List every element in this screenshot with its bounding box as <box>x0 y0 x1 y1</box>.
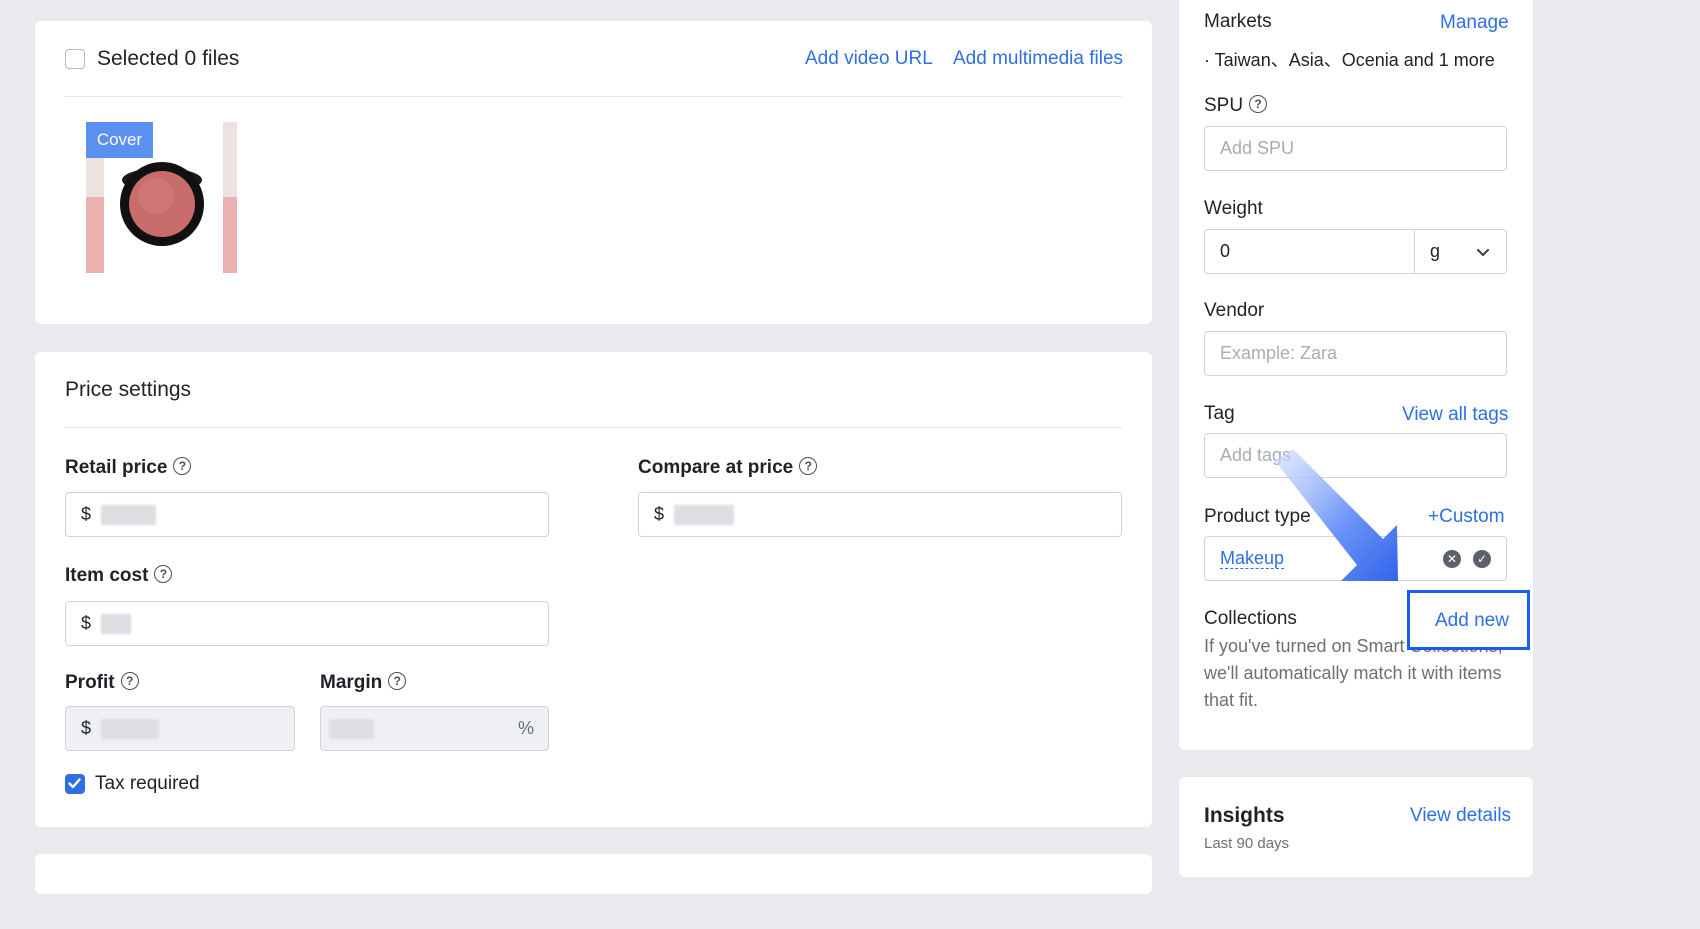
margin-label: Margin? <box>320 671 407 694</box>
media-divider <box>65 96 1122 97</box>
profit-label-text: Profit <box>65 672 115 693</box>
check-icon <box>68 778 81 789</box>
product-organization-card: Markets Manage · Taiwan、Asia、Ocenia and … <box>1179 0 1533 750</box>
redacted-value <box>329 718 374 739</box>
help-icon[interactable]: ? <box>120 671 139 690</box>
profit-label: Profit? <box>65 671 139 694</box>
clear-icon[interactable]: ✕ <box>1443 550 1461 568</box>
spu-input[interactable]: Add SPU <box>1204 126 1507 171</box>
compare-price-label: Compare at price? <box>638 456 818 479</box>
compare-price-input[interactable]: $ <box>638 492 1122 537</box>
item-cost-label-text: Item cost <box>65 565 149 586</box>
pointer-arrow-icon <box>1275 449 1398 581</box>
currency-symbol: $ <box>81 718 92 738</box>
retail-price-input[interactable]: $ <box>65 492 549 537</box>
margin-field: % <box>320 706 549 751</box>
item-cost-input[interactable]: $ <box>65 601 549 646</box>
add-video-url-link[interactable]: Add video URL <box>805 48 933 70</box>
tax-required-checkbox[interactable] <box>65 774 85 794</box>
redacted-value <box>101 504 157 525</box>
weight-label: Weight <box>1204 198 1263 219</box>
tag-label: Tag <box>1204 403 1235 424</box>
currency-symbol: $ <box>81 613 92 633</box>
compare-price-label-text: Compare at price <box>638 457 794 478</box>
currency-symbol: $ <box>654 504 665 524</box>
media-thumbnail[interactable]: Cover <box>86 122 237 273</box>
spu-label-text: SPU <box>1204 95 1244 116</box>
markets-value: · Taiwan、Asia、Ocenia and 1 more <box>1204 50 1495 70</box>
help-icon[interactable]: ? <box>1249 94 1268 113</box>
help-icon[interactable]: ? <box>154 564 173 583</box>
markets-manage-link[interactable]: Manage <box>1440 12 1509 34</box>
price-settings-title: Price settings <box>65 378 192 401</box>
insights-card: Insights View details Last 90 days <box>1179 777 1533 877</box>
collections-add-new-link[interactable]: Add new <box>1435 610 1509 632</box>
currency-symbol: $ <box>81 504 92 524</box>
vendor-input[interactable]: Example: Zara <box>1204 331 1507 376</box>
chevron-down-icon <box>1477 249 1489 256</box>
spu-placeholder: Add SPU <box>1220 138 1295 158</box>
percent-symbol: % <box>517 718 534 738</box>
redacted-value <box>101 718 160 739</box>
add-multimedia-files-link[interactable]: Add multimedia files <box>953 48 1123 70</box>
vendor-placeholder: Example: Zara <box>1220 343 1338 363</box>
next-card-edge <box>35 854 1152 894</box>
help-icon[interactable]: ? <box>173 456 192 475</box>
tax-required-label: Tax required <box>95 773 200 794</box>
redacted-value <box>674 504 735 525</box>
select-all-checkbox[interactable] <box>65 49 85 69</box>
retail-price-label: Retail price? <box>65 456 192 479</box>
markets-label: Markets <box>1204 11 1272 32</box>
insights-title: Insights <box>1204 804 1285 827</box>
margin-label-text: Margin <box>320 672 383 693</box>
selected-files-label: Selected 0 files <box>97 47 240 70</box>
insights-view-details-link[interactable]: View details <box>1410 805 1511 827</box>
help-icon[interactable]: ? <box>799 456 818 475</box>
insights-period: Last 90 days <box>1204 835 1290 852</box>
cover-badge: Cover <box>86 122 153 158</box>
price-settings-card: Price settings Retail price? $ Compare a… <box>35 352 1152 827</box>
weight-value: 0 <box>1220 241 1231 261</box>
retail-price-label-text: Retail price <box>65 457 168 478</box>
media-card: Selected 0 files Add video URL Add multi… <box>35 21 1152 324</box>
profit-field: $ <box>65 706 295 751</box>
help-icon[interactable]: ? <box>388 671 407 690</box>
redacted-value <box>101 613 132 634</box>
weight-unit-value: g <box>1430 241 1441 261</box>
spu-label: SPU? <box>1204 94 1268 117</box>
vendor-label: Vendor <box>1204 300 1265 321</box>
price-divider <box>65 427 1122 428</box>
view-all-tags-link[interactable]: View all tags <box>1402 404 1508 426</box>
collections-label: Collections <box>1204 608 1297 629</box>
weight-input[interactable]: 0 <box>1204 229 1415 274</box>
item-cost-label: Item cost? <box>65 564 173 587</box>
confirm-icon[interactable]: ✓ <box>1473 550 1491 568</box>
weight-unit-select[interactable]: g <box>1414 229 1507 274</box>
